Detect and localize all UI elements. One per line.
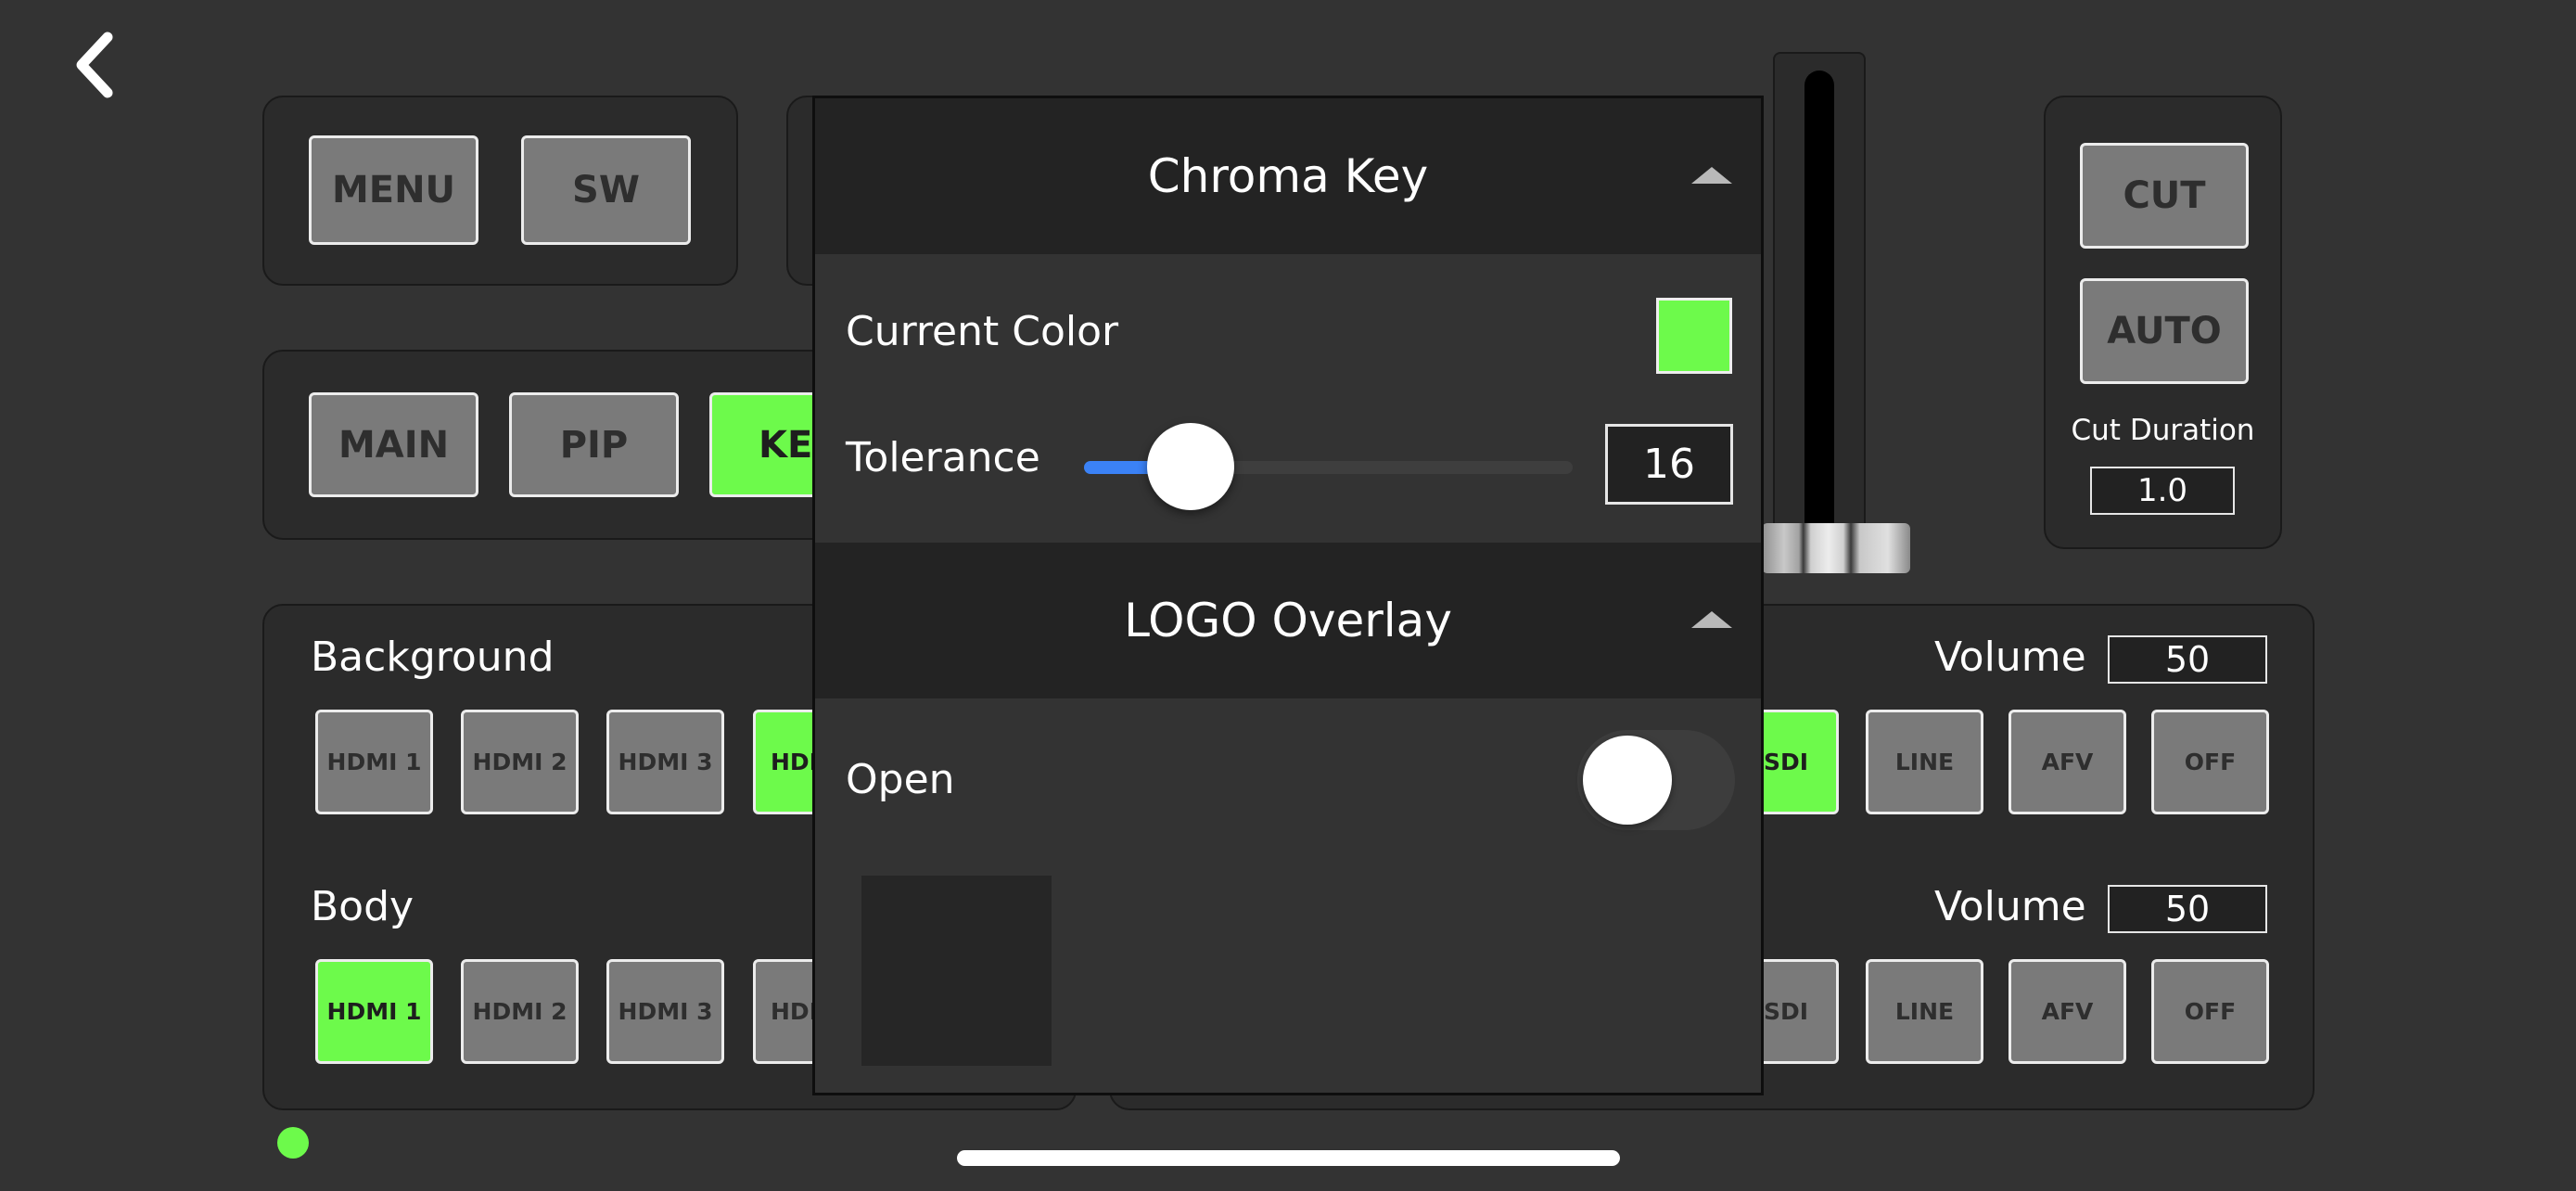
chroma-key-title: Chroma Key bbox=[1147, 149, 1429, 203]
connection-status-dot bbox=[277, 1127, 309, 1159]
body-volume-label: Volume bbox=[1934, 883, 2086, 930]
logo-overlay-title: LOGO Overlay bbox=[1124, 594, 1452, 647]
body-volume-field[interactable]: 50 bbox=[2108, 885, 2267, 933]
current-color-label: Current Color bbox=[846, 308, 1119, 355]
logo-overlay-header[interactable]: LOGO Overlay bbox=[815, 543, 1761, 698]
logo-open-toggle-knob bbox=[1583, 736, 1672, 825]
pip-mode-button[interactable]: PIP bbox=[509, 392, 679, 497]
chevron-up-icon bbox=[1691, 611, 1732, 628]
tolerance-value-field[interactable]: 16 bbox=[1605, 424, 1733, 505]
chroma-key-header[interactable]: Chroma Key bbox=[815, 98, 1761, 254]
t-bar-slot bbox=[1804, 70, 1834, 553]
background-volume-field[interactable]: 50 bbox=[2108, 635, 2267, 684]
background-audio-line[interactable]: LINE bbox=[1866, 710, 1983, 814]
cut-button[interactable]: CUT bbox=[2080, 143, 2249, 249]
current-color-swatch[interactable] bbox=[1656, 298, 1732, 374]
back-button[interactable] bbox=[65, 28, 130, 102]
logo-preview-area[interactable] bbox=[861, 876, 1052, 1066]
cut-duration-field[interactable]: 1.0 bbox=[2090, 467, 2235, 515]
body-source-hdmi2[interactable]: HDMI 2 bbox=[461, 959, 579, 1064]
background-audio-off[interactable]: OFF bbox=[2151, 710, 2269, 814]
cut-duration-label: Cut Duration bbox=[2071, 414, 2255, 447]
background-title: Background bbox=[311, 634, 555, 681]
auto-button[interactable]: AUTO bbox=[2080, 278, 2249, 384]
t-bar-handle[interactable] bbox=[1762, 523, 1910, 573]
body-title: Body bbox=[311, 883, 414, 930]
main-mode-button[interactable]: MAIN bbox=[309, 392, 478, 497]
body-audio-line[interactable]: LINE bbox=[1866, 959, 1983, 1064]
body-source-hdmi1[interactable]: HDMI 1 bbox=[315, 959, 433, 1064]
background-audio-afv[interactable]: AFV bbox=[2009, 710, 2126, 814]
logo-open-toggle[interactable] bbox=[1577, 730, 1735, 830]
key-settings-popup: Chroma Key Current Color Tolerance 16 LO… bbox=[812, 96, 1764, 1095]
tolerance-slider-thumb[interactable] bbox=[1147, 423, 1234, 510]
chevron-up-icon bbox=[1691, 167, 1732, 184]
menu-button[interactable]: MENU bbox=[309, 135, 478, 245]
body-audio-off[interactable]: OFF bbox=[2151, 959, 2269, 1064]
body-source-hdmi3[interactable]: HDMI 3 bbox=[606, 959, 724, 1064]
tolerance-label: Tolerance bbox=[846, 434, 1040, 481]
background-volume-label: Volume bbox=[1934, 634, 2086, 681]
chevron-left-icon bbox=[76, 32, 113, 98]
sw-button[interactable]: SW bbox=[521, 135, 691, 245]
body-audio-afv[interactable]: AFV bbox=[2009, 959, 2126, 1064]
background-source-hdmi2[interactable]: HDMI 2 bbox=[461, 710, 579, 814]
background-source-hdmi1[interactable]: HDMI 1 bbox=[315, 710, 433, 814]
background-source-hdmi3[interactable]: HDMI 3 bbox=[606, 710, 724, 814]
logo-open-label: Open bbox=[846, 756, 955, 803]
home-indicator bbox=[957, 1150, 1620, 1166]
